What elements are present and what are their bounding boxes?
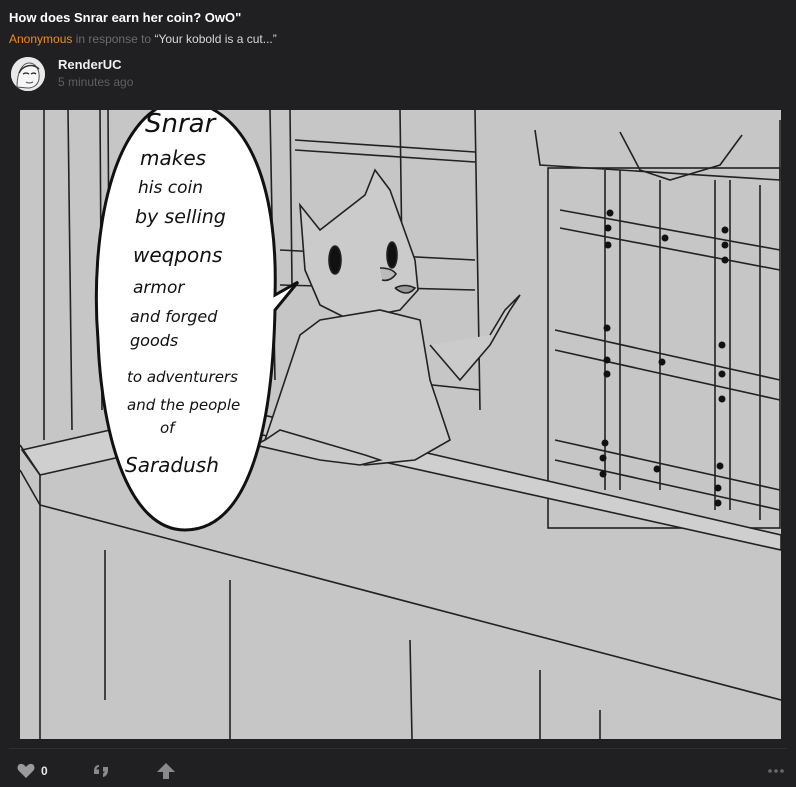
- anonymous-author-link[interactable]: Anonymous: [9, 32, 72, 46]
- comment-timestamp: 5 minutes ago: [58, 75, 134, 89]
- more-dots-icon: [768, 769, 784, 773]
- speech-line: goods: [130, 331, 178, 350]
- response-line: Anonymous in response to “Your kobold is…: [9, 32, 277, 46]
- post-title: How does Snrar earn her coin? OwO": [9, 10, 242, 25]
- avatar[interactable]: [11, 57, 45, 91]
- arrow-up-icon: [157, 763, 175, 779]
- in-response-to-label: in response to: [75, 32, 152, 46]
- upvote-button[interactable]: [156, 759, 176, 783]
- heart-icon: [17, 763, 35, 778]
- divider: [9, 748, 787, 749]
- more-options-button[interactable]: [767, 759, 785, 783]
- speech-line: and the people: [127, 396, 240, 414]
- speech-line: makes: [140, 146, 206, 170]
- speech-line: his coin: [138, 178, 203, 198]
- quote-icon: [94, 765, 108, 777]
- comment-author[interactable]: RenderUC: [58, 57, 122, 72]
- speech-line: to adventurers: [127, 368, 238, 386]
- speech-line: by selling: [135, 206, 226, 228]
- quote-button[interactable]: [93, 759, 111, 783]
- like-count: 0: [41, 764, 48, 778]
- speech-line: and forged: [130, 307, 218, 326]
- avatar-face-icon: [11, 57, 45, 91]
- speech-line: Saradush: [125, 453, 219, 477]
- speech-line: Snrar: [145, 110, 218, 139]
- like-button[interactable]: 0: [17, 759, 48, 783]
- speech-line: weqpons: [133, 243, 222, 267]
- quoted-post-link[interactable]: “Your kobold is a cut...”: [154, 32, 276, 46]
- comic-image[interactable]: Snrar makes his coin by selling weqpons …: [20, 110, 781, 739]
- speech-line: armor: [133, 278, 185, 298]
